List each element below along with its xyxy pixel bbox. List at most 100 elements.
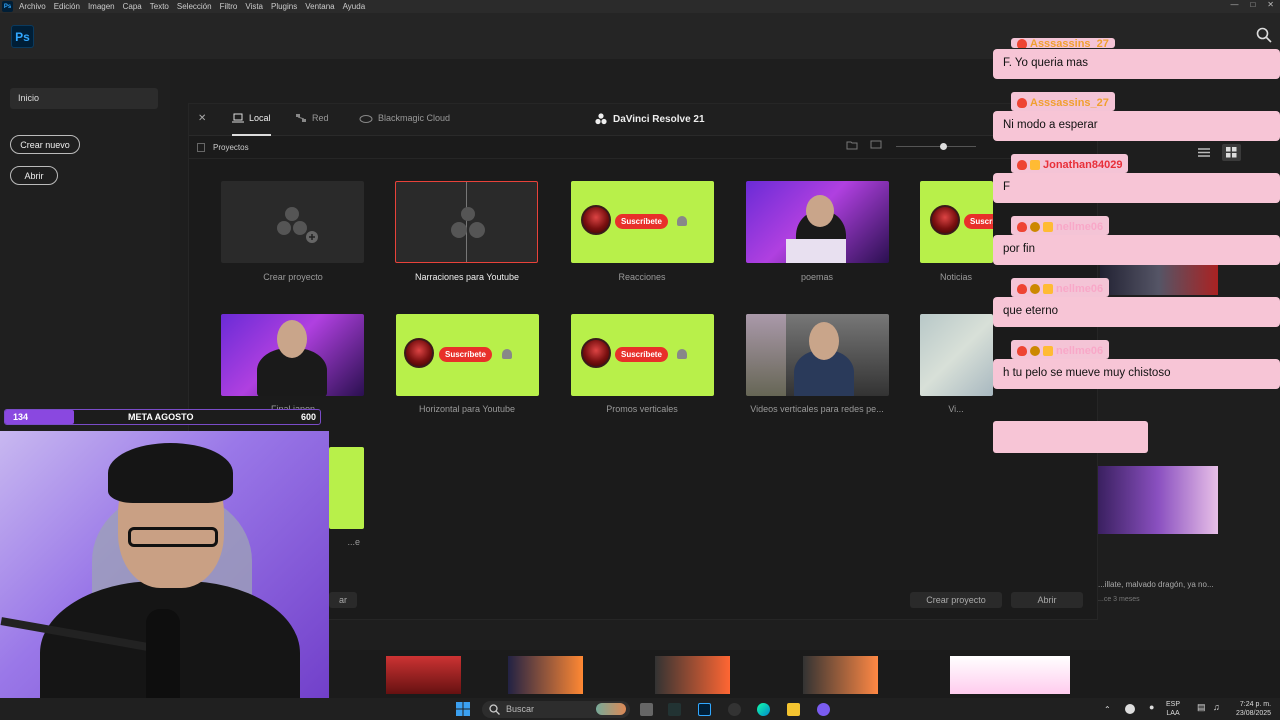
close-icon[interactable]: ✕	[198, 113, 206, 124]
sidebar-toggle-icon[interactable]	[197, 143, 205, 152]
project-card-poemas[interactable]	[746, 181, 889, 263]
cloud-icon	[359, 115, 373, 123]
menu-plugins[interactable]: Plugins	[271, 2, 297, 11]
project-card-partial[interactable]	[329, 447, 364, 529]
flame-badge-icon	[1017, 159, 1027, 170]
project-card-map[interactable]	[920, 314, 993, 396]
project-card-reacciones[interactable]: Suscríbete	[571, 181, 714, 263]
open-button[interactable]: Abrir	[10, 166, 58, 185]
menu-ventana[interactable]: Ventana	[305, 2, 334, 11]
discord-icon[interactable]	[817, 703, 830, 716]
thumbnail[interactable]	[655, 656, 730, 694]
chevron-up-icon[interactable]: ⌃	[1104, 705, 1111, 714]
davinci-logo-icon	[595, 113, 607, 125]
zoom-slider-knob[interactable]	[940, 143, 947, 150]
thumbnail[interactable]	[386, 656, 461, 694]
project-card-promos[interactable]: Suscríbete	[571, 314, 714, 396]
thumbnail[interactable]	[803, 656, 878, 694]
tab-red[interactable]: Red	[295, 113, 329, 123]
folder-icon[interactable]	[846, 140, 858, 150]
menu-texto[interactable]: Texto	[150, 2, 169, 11]
microphone-tray-icon[interactable]: ●	[1149, 703, 1154, 712]
tray-app-icon[interactable]	[1125, 704, 1135, 714]
taskbar-search[interactable]: Buscar	[482, 701, 630, 718]
chat-message: Ni modo a esperar	[993, 111, 1280, 141]
photoshop-logo-icon: Ps	[11, 25, 34, 48]
chat-message: F. Yo queria mas	[993, 49, 1280, 79]
menu-filtro[interactable]: Filtro	[220, 2, 238, 11]
tab-local[interactable]: Local	[232, 113, 271, 136]
crown-badge-icon	[1043, 345, 1053, 356]
project-label: Reacciones	[618, 272, 666, 282]
minimize-icon[interactable]: —	[1230, 0, 1238, 9]
section-label: Proyectos	[213, 143, 249, 152]
dv-header: ✕ Local Red Blackmagic Cloud DaVinci Res…	[189, 104, 1097, 136]
tab-blackmagic-cloud[interactable]: Blackmagic Cloud	[359, 113, 450, 123]
task-view-icon[interactable]	[640, 703, 653, 716]
photoshop-taskbar-icon[interactable]	[698, 703, 711, 716]
volume-icon[interactable]: ♫	[1213, 703, 1220, 712]
thumbnail[interactable]	[508, 656, 583, 694]
chat-empty-bubble	[993, 421, 1148, 453]
app-taskbar-icon[interactable]	[728, 703, 741, 716]
menu-ayuda[interactable]: Ayuda	[343, 2, 366, 11]
video-thumbnail[interactable]	[1098, 466, 1218, 534]
shelf-shape	[746, 314, 786, 396]
create-project-button[interactable]: Crear proyecto	[910, 592, 1002, 608]
sidebar-item-inicio[interactable]: Inicio	[10, 88, 158, 109]
chat-username: Asssassins_27	[1011, 92, 1115, 111]
davinci-taskbar-icon[interactable]	[668, 703, 681, 716]
project-label: Crear proyecto	[263, 272, 323, 282]
crown-badge-icon	[1043, 221, 1053, 232]
webcam-overlay	[0, 431, 329, 720]
dv-subbar: Proyectos	[189, 137, 1097, 159]
edge-icon[interactable]	[757, 703, 770, 716]
project-label: Videos verticales para redes pe...	[750, 404, 884, 414]
channel-avatar	[404, 338, 434, 368]
menu-edicion[interactable]: Edición	[54, 2, 80, 11]
create-new-button[interactable]: Crear nuevo	[10, 135, 80, 154]
close-icon[interactable]: ✕	[1267, 0, 1274, 9]
project-card-crear[interactable]	[221, 181, 364, 263]
menu-capa[interactable]: Capa	[123, 2, 142, 11]
project-card-noticias[interactable]: Suscríbete	[920, 181, 993, 263]
stream-chat: Asssassins_27 F. Yo queria mas Asssassin…	[993, 38, 1280, 460]
monitor-icon[interactable]	[870, 140, 882, 150]
chat-username: Asssassins_27	[1011, 38, 1115, 48]
menu-archivo[interactable]: Archivo	[19, 2, 46, 11]
menu-vista[interactable]: Vista	[245, 2, 263, 11]
crown-badge-icon	[1043, 283, 1053, 294]
project-card-final-japon[interactable]	[221, 314, 364, 396]
language-indicator[interactable]: ESP LAA	[1166, 700, 1180, 718]
coin-badge-icon	[1030, 221, 1040, 232]
subscribe-badge: Suscríbete	[615, 214, 668, 229]
flame-badge-icon	[1017, 97, 1027, 108]
network-icon[interactable]: ▤	[1197, 703, 1206, 712]
file-explorer-icon[interactable]	[787, 703, 800, 716]
project-card-narraciones[interactable]	[395, 181, 538, 263]
bell-icon	[677, 216, 687, 226]
thumbnail[interactable]	[950, 656, 1070, 694]
search-highlight-icon	[596, 703, 626, 715]
open-project-button[interactable]: Abrir	[1011, 592, 1083, 608]
partial-button[interactable]: ar	[329, 592, 357, 608]
menu-imagen[interactable]: Imagen	[88, 2, 115, 11]
davinci-placeholder-icon	[451, 207, 485, 238]
dv-title-text: DaVinci Resolve 21	[613, 113, 705, 125]
maximize-icon[interactable]: □	[1250, 0, 1255, 9]
bell-icon	[502, 349, 512, 359]
project-card-horizontal[interactable]: Suscríbete	[396, 314, 539, 396]
zoom-slider-track[interactable]	[896, 146, 976, 147]
windows-start-icon[interactable]	[456, 702, 470, 716]
goal-title: META AGOSTO	[128, 412, 194, 422]
person-face	[809, 322, 839, 360]
channel-avatar	[581, 205, 611, 235]
menubar: Ps Archivo Edición Imagen Capa Texto Sel…	[0, 0, 1280, 13]
photoshop-small-icon: Ps	[2, 1, 13, 12]
video-title[interactable]: ...illate, malvado dragón, ya no...	[1098, 580, 1214, 589]
project-card-videos-verticales[interactable]	[746, 314, 889, 396]
flame-badge-icon	[1017, 221, 1027, 232]
book-shape	[786, 239, 846, 263]
menu-seleccion[interactable]: Selección	[177, 2, 212, 11]
clock[interactable]: 7:24 p. m. 23/08/2025	[1236, 700, 1271, 718]
